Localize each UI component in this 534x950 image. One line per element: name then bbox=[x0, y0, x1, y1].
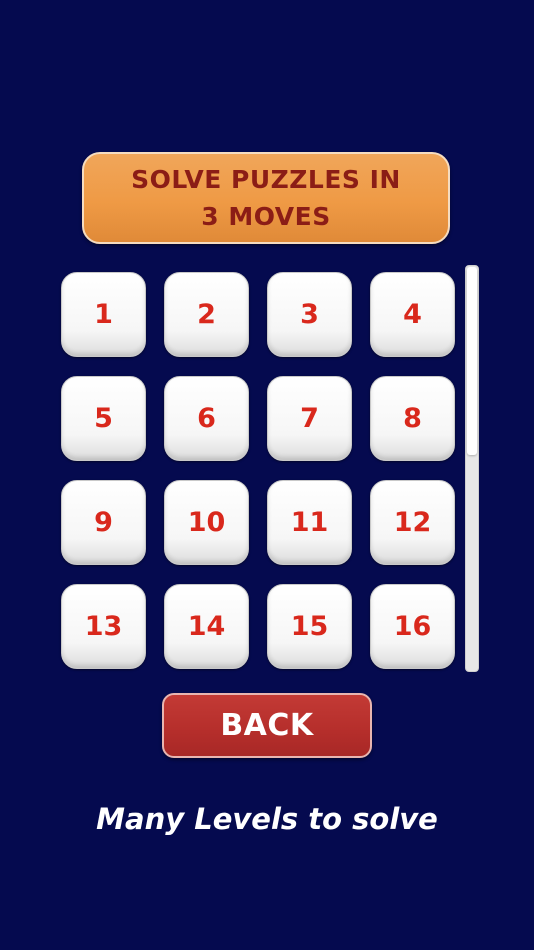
level-tile-1[interactable]: 1 bbox=[61, 272, 146, 357]
level-label: 14 bbox=[187, 611, 226, 642]
level-label: 11 bbox=[290, 507, 329, 538]
level-tile-10[interactable]: 10 bbox=[164, 480, 249, 565]
level-tile-2[interactable]: 2 bbox=[164, 272, 249, 357]
level-tile-7[interactable]: 7 bbox=[267, 376, 352, 461]
level-tile-12[interactable]: 12 bbox=[370, 480, 455, 565]
level-tile-5[interactable]: 5 bbox=[61, 376, 146, 461]
level-tile-4[interactable]: 4 bbox=[370, 272, 455, 357]
level-label: 6 bbox=[197, 403, 216, 434]
level-tile-8[interactable]: 8 bbox=[370, 376, 455, 461]
tagline-text: Many Levels to solve bbox=[96, 802, 438, 836]
level-label: 13 bbox=[84, 611, 123, 642]
level-scrollbar[interactable] bbox=[465, 265, 479, 672]
level-label: 15 bbox=[290, 611, 329, 642]
back-button-label: BACK bbox=[220, 708, 314, 743]
level-tile-16[interactable]: 16 bbox=[370, 584, 455, 669]
level-tile-6[interactable]: 6 bbox=[164, 376, 249, 461]
level-label: 1 bbox=[94, 299, 113, 330]
level-tile-11[interactable]: 11 bbox=[267, 480, 352, 565]
level-label: 8 bbox=[403, 403, 422, 434]
level-label: 5 bbox=[94, 403, 113, 434]
level-label: 4 bbox=[403, 299, 422, 330]
scrollbar-thumb[interactable] bbox=[467, 267, 477, 455]
level-tile-15[interactable]: 15 bbox=[267, 584, 352, 669]
level-grid: 1 2 3 4 5 6 7 8 9 10 11 12 13 14 15 16 bbox=[61, 272, 457, 669]
level-label: 7 bbox=[300, 403, 319, 434]
level-tile-9[interactable]: 9 bbox=[61, 480, 146, 565]
level-label: 16 bbox=[393, 611, 432, 642]
level-label: 9 bbox=[94, 507, 113, 538]
back-button[interactable]: BACK bbox=[162, 693, 372, 758]
level-label: 12 bbox=[393, 507, 432, 538]
title-banner: SOLVE PUZZLES IN 3 MOVES bbox=[82, 152, 450, 244]
level-label: 3 bbox=[300, 299, 319, 330]
level-label: 2 bbox=[197, 299, 216, 330]
level-tile-14[interactable]: 14 bbox=[164, 584, 249, 669]
level-tile-3[interactable]: 3 bbox=[267, 272, 352, 357]
level-tile-13[interactable]: 13 bbox=[61, 584, 146, 669]
level-label: 10 bbox=[187, 507, 226, 538]
title-text: SOLVE PUZZLES IN 3 MOVES bbox=[131, 165, 401, 231]
